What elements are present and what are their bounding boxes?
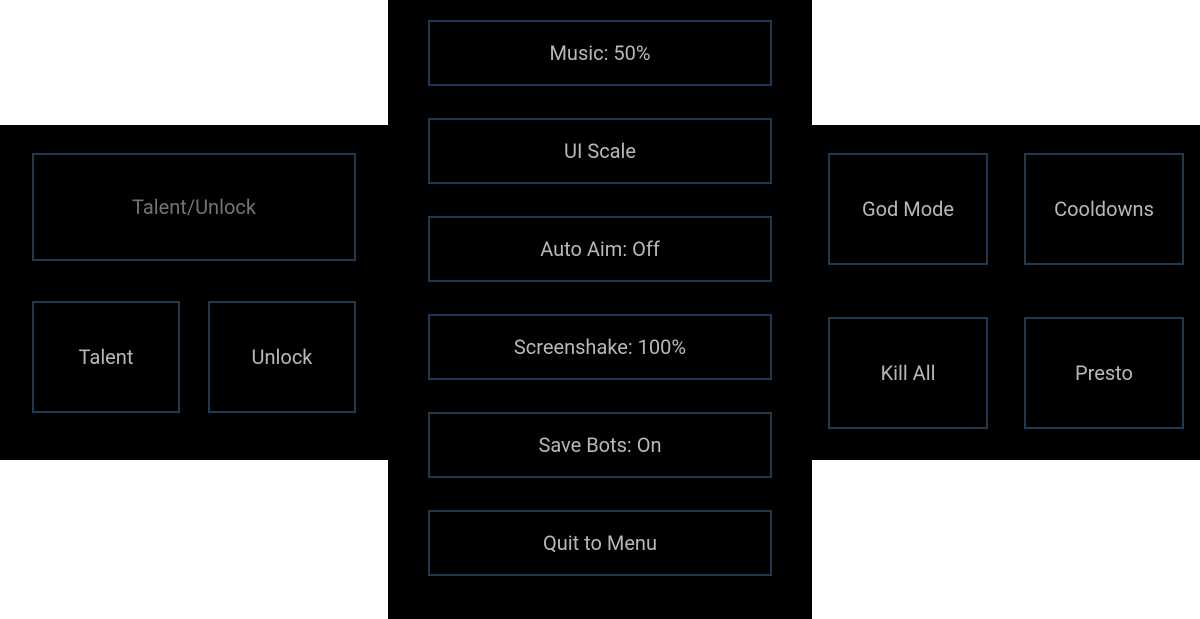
settings-panel: Music: 50% UI Scale Auto Aim: Off Screen… [388, 0, 812, 619]
unlock-button[interactable]: Unlock [208, 301, 356, 413]
cheat-row-1: God Mode Cooldowns [812, 153, 1184, 265]
talent-button[interactable]: Talent [32, 301, 180, 413]
screenshake-button[interactable]: Screenshake: 100% [428, 314, 772, 380]
god-mode-button[interactable]: God Mode [828, 153, 988, 265]
talent-unlock-row: Talent Unlock [32, 301, 356, 413]
music-button[interactable]: Music: 50% [428, 20, 772, 86]
save-bots-button[interactable]: Save Bots: On [428, 412, 772, 478]
cheat-panel: God Mode Cooldowns Kill All Presto [812, 125, 1200, 460]
auto-aim-button[interactable]: Auto Aim: Off [428, 216, 772, 282]
cheat-row-2: Kill All Presto [812, 317, 1184, 429]
presto-button[interactable]: Presto [1024, 317, 1184, 429]
kill-all-button[interactable]: Kill All [828, 317, 988, 429]
quit-to-menu-button[interactable]: Quit to Menu [428, 510, 772, 576]
ui-scale-button[interactable]: UI Scale [428, 118, 772, 184]
talent-unlock-panel: Talent/Unlock Talent Unlock [0, 125, 388, 460]
cooldowns-button[interactable]: Cooldowns [1024, 153, 1184, 265]
talent-unlock-button[interactable]: Talent/Unlock [32, 153, 356, 261]
